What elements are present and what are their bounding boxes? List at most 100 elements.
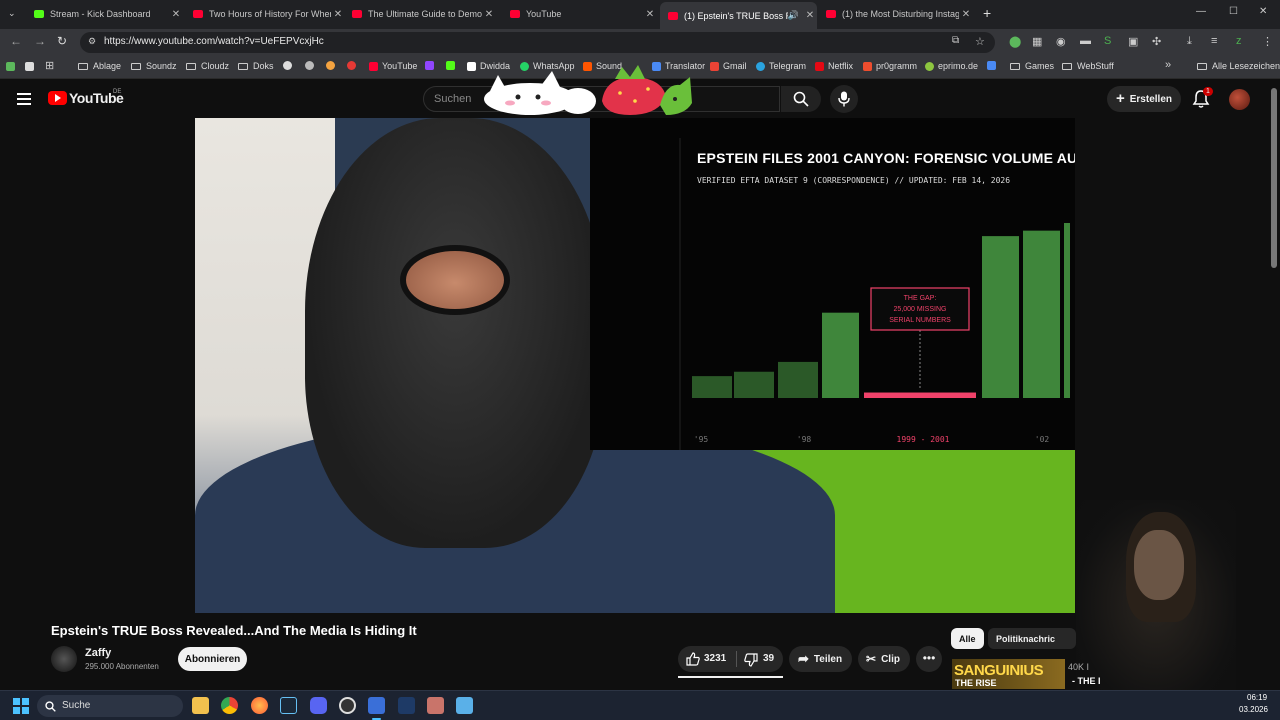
tab-kick-dashboard[interactable]: Stream - Kick Dashboard ✕ bbox=[26, 4, 183, 24]
chip-all[interactable]: Alle bbox=[951, 628, 984, 649]
tab-two-hours-history[interactable]: Two Hours of History For When ✕ bbox=[185, 4, 345, 24]
bookmarks-overflow-icon[interactable]: » bbox=[1165, 59, 1171, 71]
bookmark-translator[interactable]: Translator bbox=[652, 61, 705, 71]
extension-s-icon[interactable]: S bbox=[1104, 35, 1111, 47]
extension-shield-icon[interactable]: ⬤ bbox=[1009, 35, 1021, 48]
close-icon[interactable]: ✕ bbox=[482, 9, 496, 20]
bookmark-kick[interactable] bbox=[446, 61, 459, 70]
reload-icon[interactable]: ↻ bbox=[57, 34, 67, 48]
extension-grid-icon[interactable]: ▦ bbox=[1032, 35, 1042, 48]
apps-icon[interactable] bbox=[6, 62, 15, 71]
app-active-icon[interactable] bbox=[368, 697, 385, 714]
thumbs-up-icon[interactable] bbox=[686, 652, 700, 666]
back-icon[interactable]: ← bbox=[10, 34, 22, 48]
bookmark-icon-c[interactable] bbox=[326, 61, 339, 70]
bookmark-dwidda[interactable]: Dwidda bbox=[467, 61, 510, 71]
search-button[interactable] bbox=[781, 86, 821, 112]
audio-app-icon[interactable] bbox=[398, 697, 415, 714]
browser-menu-icon[interactable]: ⋮ bbox=[1262, 35, 1273, 48]
forward-icon[interactable]: → bbox=[34, 34, 46, 48]
bookmark-pr0gramm[interactable]: pr0gramm bbox=[863, 61, 917, 71]
bookmark-gmail[interactable]: Gmail bbox=[710, 61, 747, 71]
bookmark-twitch[interactable] bbox=[425, 61, 438, 70]
close-window-icon[interactable]: ✕ bbox=[1259, 6, 1267, 17]
video-player[interactable]: THE GAP: 25,000 MISSING SERIAL NUMBERS '95 '… bbox=[195, 118, 1075, 613]
chrome-icon[interactable] bbox=[221, 697, 238, 714]
extension-dark-icon[interactable]: ▬ bbox=[1080, 35, 1091, 47]
minimize-icon[interactable]: — bbox=[1196, 6, 1206, 17]
all-bookmarks[interactable]: Alle Lesezeichen bbox=[1197, 61, 1280, 71]
obs-icon[interactable] bbox=[339, 697, 356, 714]
hamburger-menu-icon[interactable] bbox=[17, 93, 31, 105]
discord-icon[interactable] bbox=[310, 697, 327, 714]
close-icon[interactable]: ✕ bbox=[959, 9, 973, 20]
chart-annotation-text: 25,000 MISSING bbox=[894, 306, 947, 313]
bookmark-icon-e[interactable] bbox=[987, 61, 1000, 70]
bookmark-whatsapp[interactable]: WhatsApp bbox=[520, 61, 575, 71]
bookmark-webstuff[interactable]: WebStuff bbox=[1062, 61, 1114, 71]
channel-name[interactable]: Zaffy bbox=[85, 647, 111, 659]
photo-app-icon[interactable] bbox=[427, 697, 444, 714]
bookmark-telegram[interactable]: Telegram bbox=[756, 61, 806, 71]
youtube-logo[interactable]: YouTube DE bbox=[48, 89, 124, 106]
more-actions-button[interactable]: ••• bbox=[916, 646, 942, 672]
bookmark-youtube[interactable]: YouTube bbox=[369, 61, 417, 71]
taskbar-search-input[interactable]: Suche bbox=[37, 695, 183, 717]
file-explorer-icon[interactable] bbox=[192, 697, 209, 714]
bookmark-icon-b[interactable] bbox=[305, 61, 318, 70]
bookmark-icon-a[interactable] bbox=[283, 61, 296, 70]
new-tab-button[interactable]: + bbox=[983, 5, 991, 21]
windows-start-icon[interactable] bbox=[13, 698, 29, 714]
bookmark-sound[interactable]: Sound bbox=[583, 61, 622, 71]
close-icon[interactable]: ✕ bbox=[803, 10, 817, 21]
clip-button[interactable]: ✂ Clip bbox=[858, 646, 910, 672]
extensions-puzzle-icon[interactable]: ✣ bbox=[1152, 35, 1161, 48]
share-button[interactable]: ➦ Teilen bbox=[789, 646, 852, 672]
profile-icon[interactable]: z bbox=[1236, 35, 1242, 47]
site-info-icon[interactable]: ⚙ bbox=[88, 36, 96, 47]
download-icon[interactable]: ⤓ bbox=[1187, 35, 1192, 48]
bookmark-icon-d[interactable] bbox=[347, 61, 360, 70]
bookmark-doks[interactable]: Doks bbox=[238, 61, 274, 71]
recommended-video-thumbnail[interactable]: SANGUINIUS THE RISE bbox=[952, 659, 1065, 689]
tab-most-disturbing[interactable]: (1) the Most Disturbing Instagr ✕ bbox=[818, 4, 973, 24]
dislike-count[interactable]: 39 bbox=[763, 653, 774, 664]
close-icon[interactable]: ✕ bbox=[331, 9, 345, 20]
avatar[interactable] bbox=[1229, 89, 1250, 110]
create-button[interactable]: + Erstellen bbox=[1107, 86, 1181, 112]
firefox-icon[interactable] bbox=[251, 697, 268, 714]
close-icon[interactable]: ✕ bbox=[169, 9, 183, 20]
bookmark-cloudz[interactable]: Cloudz bbox=[186, 61, 229, 71]
subscribe-button[interactable]: Abonnieren bbox=[178, 647, 247, 671]
steam-icon[interactable] bbox=[280, 697, 297, 714]
page-scrollbar[interactable] bbox=[1271, 88, 1277, 268]
tab-youtube[interactable]: YouTube ✕ bbox=[502, 4, 657, 24]
install-icon[interactable]: ⧉ bbox=[952, 35, 959, 46]
search-input[interactable]: Suchen bbox=[423, 86, 780, 112]
voice-search-button[interactable] bbox=[830, 85, 858, 113]
chip-politics[interactable]: Politiknachric bbox=[988, 628, 1076, 649]
bookmark-soundz[interactable]: Soundz bbox=[131, 61, 177, 71]
extension-circle-icon[interactable]: ◉ bbox=[1056, 35, 1066, 48]
tab-epstein-boss[interactable]: (1) Epstein's TRUE Boss Rev 🔊 ✕ bbox=[660, 2, 817, 29]
address-bar[interactable]: ⚙ https://www.youtube.com/watch?v=UeFEPV… bbox=[80, 32, 995, 53]
bookmark-eprimo[interactable]: eprimo.de bbox=[925, 61, 978, 71]
notepad-icon[interactable] bbox=[456, 697, 473, 714]
tab-ultimate-guide[interactable]: The Ultimate Guide to Demons ✕ bbox=[344, 4, 496, 24]
bookmark-star-icon[interactable]: ☆ bbox=[975, 35, 985, 48]
close-icon[interactable]: ✕ bbox=[643, 9, 657, 20]
bookmark-ablage[interactable]: Ablage bbox=[78, 61, 121, 71]
maximize-icon[interactable]: ☐ bbox=[1229, 6, 1238, 17]
audio-icon[interactable]: 🔊 bbox=[788, 10, 799, 21]
media-control-icon[interactable]: ≡ bbox=[1211, 35, 1217, 47]
extension-box-icon[interactable]: ▣ bbox=[1128, 35, 1138, 48]
recommended-video-title[interactable]: - THE I bbox=[1072, 676, 1101, 686]
grid-icon[interactable]: ⊞ bbox=[45, 59, 54, 72]
bookmark-games[interactable]: Games bbox=[1010, 61, 1054, 71]
thumbs-down-icon[interactable] bbox=[744, 653, 758, 667]
tab-search-icon[interactable]: ⌄ bbox=[8, 8, 16, 19]
channel-avatar[interactable] bbox=[51, 646, 77, 672]
bookmark-netflix[interactable]: Netflix bbox=[815, 61, 853, 71]
like-count[interactable]: 3231 bbox=[704, 653, 726, 664]
page-icon[interactable] bbox=[25, 62, 34, 71]
